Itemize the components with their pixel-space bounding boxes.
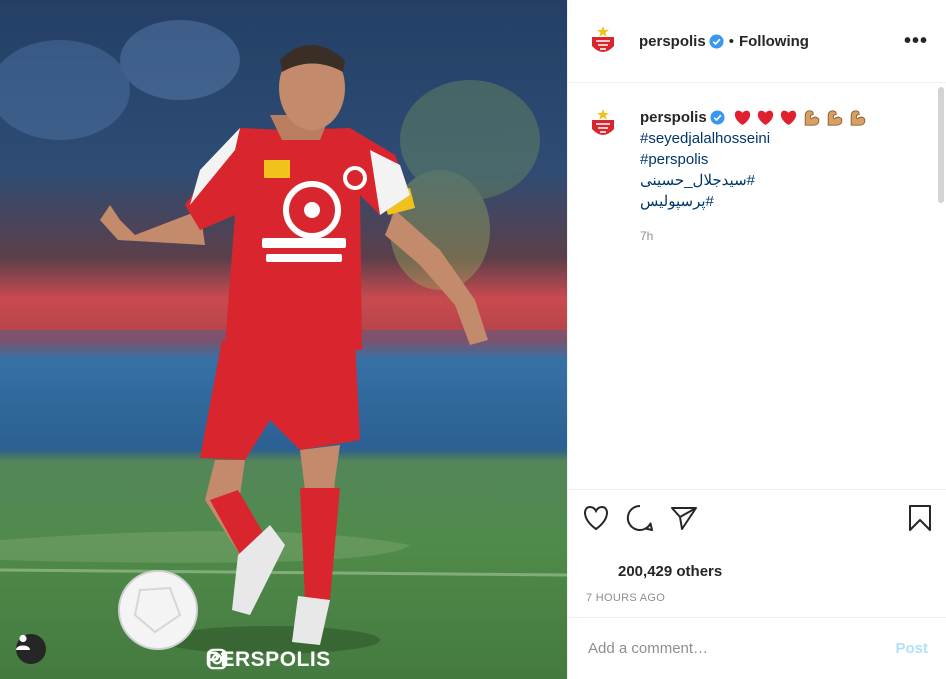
paper-plane-icon	[671, 506, 697, 530]
flexed-biceps-icon	[827, 109, 842, 126]
red-heart-icon	[734, 110, 750, 125]
bookmark-icon	[909, 504, 931, 531]
hashtag-link[interactable]: #پرسپولیس	[640, 191, 867, 212]
post-timestamp[interactable]: 7 HOURS AGO	[586, 592, 665, 604]
person-icon	[16, 634, 30, 650]
caption-emojis	[731, 109, 867, 127]
post-image[interactable]: PERSPOLIS	[0, 0, 567, 679]
save-button[interactable]	[898, 498, 932, 538]
comment-form: Post	[568, 617, 946, 679]
header-separator: •	[728, 32, 734, 50]
flexed-biceps-icon	[850, 109, 865, 126]
caption-avatar[interactable]	[586, 107, 620, 141]
heart-icon	[584, 505, 608, 530]
post-comment-button[interactable]: Post	[895, 640, 928, 657]
player-illustration	[0, 20, 567, 654]
post-header: perspolis • Following •••	[568, 0, 946, 83]
post-details-panel: perspolis • Following ••• perspolis #sey…	[567, 0, 946, 679]
action-bar	[568, 489, 946, 545]
perspolis-crest-icon	[592, 109, 614, 135]
caption-text: perspolis #seyedjalalhosseini #perspolis…	[640, 107, 867, 247]
more-options-button[interactable]: •••	[904, 30, 928, 53]
comment-button[interactable]	[626, 498, 670, 538]
comment-input[interactable]	[586, 639, 896, 658]
hashtag-link[interactable]: #seyedjalalhosseini	[640, 128, 867, 149]
header-username[interactable]: perspolis	[639, 33, 706, 50]
caption-time[interactable]: 7h	[640, 226, 867, 247]
share-button[interactable]	[670, 498, 714, 538]
caption-username[interactable]: perspolis	[640, 107, 707, 128]
caption-scrollbar[interactable]	[938, 87, 944, 203]
flexed-biceps-icon	[804, 109, 819, 126]
perspolis-crest-icon	[592, 26, 614, 52]
like-button[interactable]	[582, 498, 626, 538]
tagged-users-button[interactable]	[16, 634, 46, 664]
red-heart-icon	[780, 110, 796, 125]
following-button[interactable]: Following	[739, 33, 809, 50]
caption-area: perspolis #seyedjalalhosseini #perspolis…	[568, 83, 946, 488]
comment-icon	[626, 504, 653, 531]
avatar[interactable]	[586, 24, 620, 58]
verified-badge-icon	[709, 33, 724, 49]
red-heart-icon	[757, 110, 773, 125]
verified-badge-icon	[710, 110, 725, 125]
hashtag-link[interactable]: #perspolis	[640, 149, 867, 170]
image-watermark: PERSPOLIS	[206, 648, 331, 672]
hashtag-link[interactable]: #سیدجلال_حسینی	[640, 170, 867, 191]
instagram-icon	[206, 648, 228, 670]
likes-count[interactable]: 200,429 others	[618, 563, 722, 580]
